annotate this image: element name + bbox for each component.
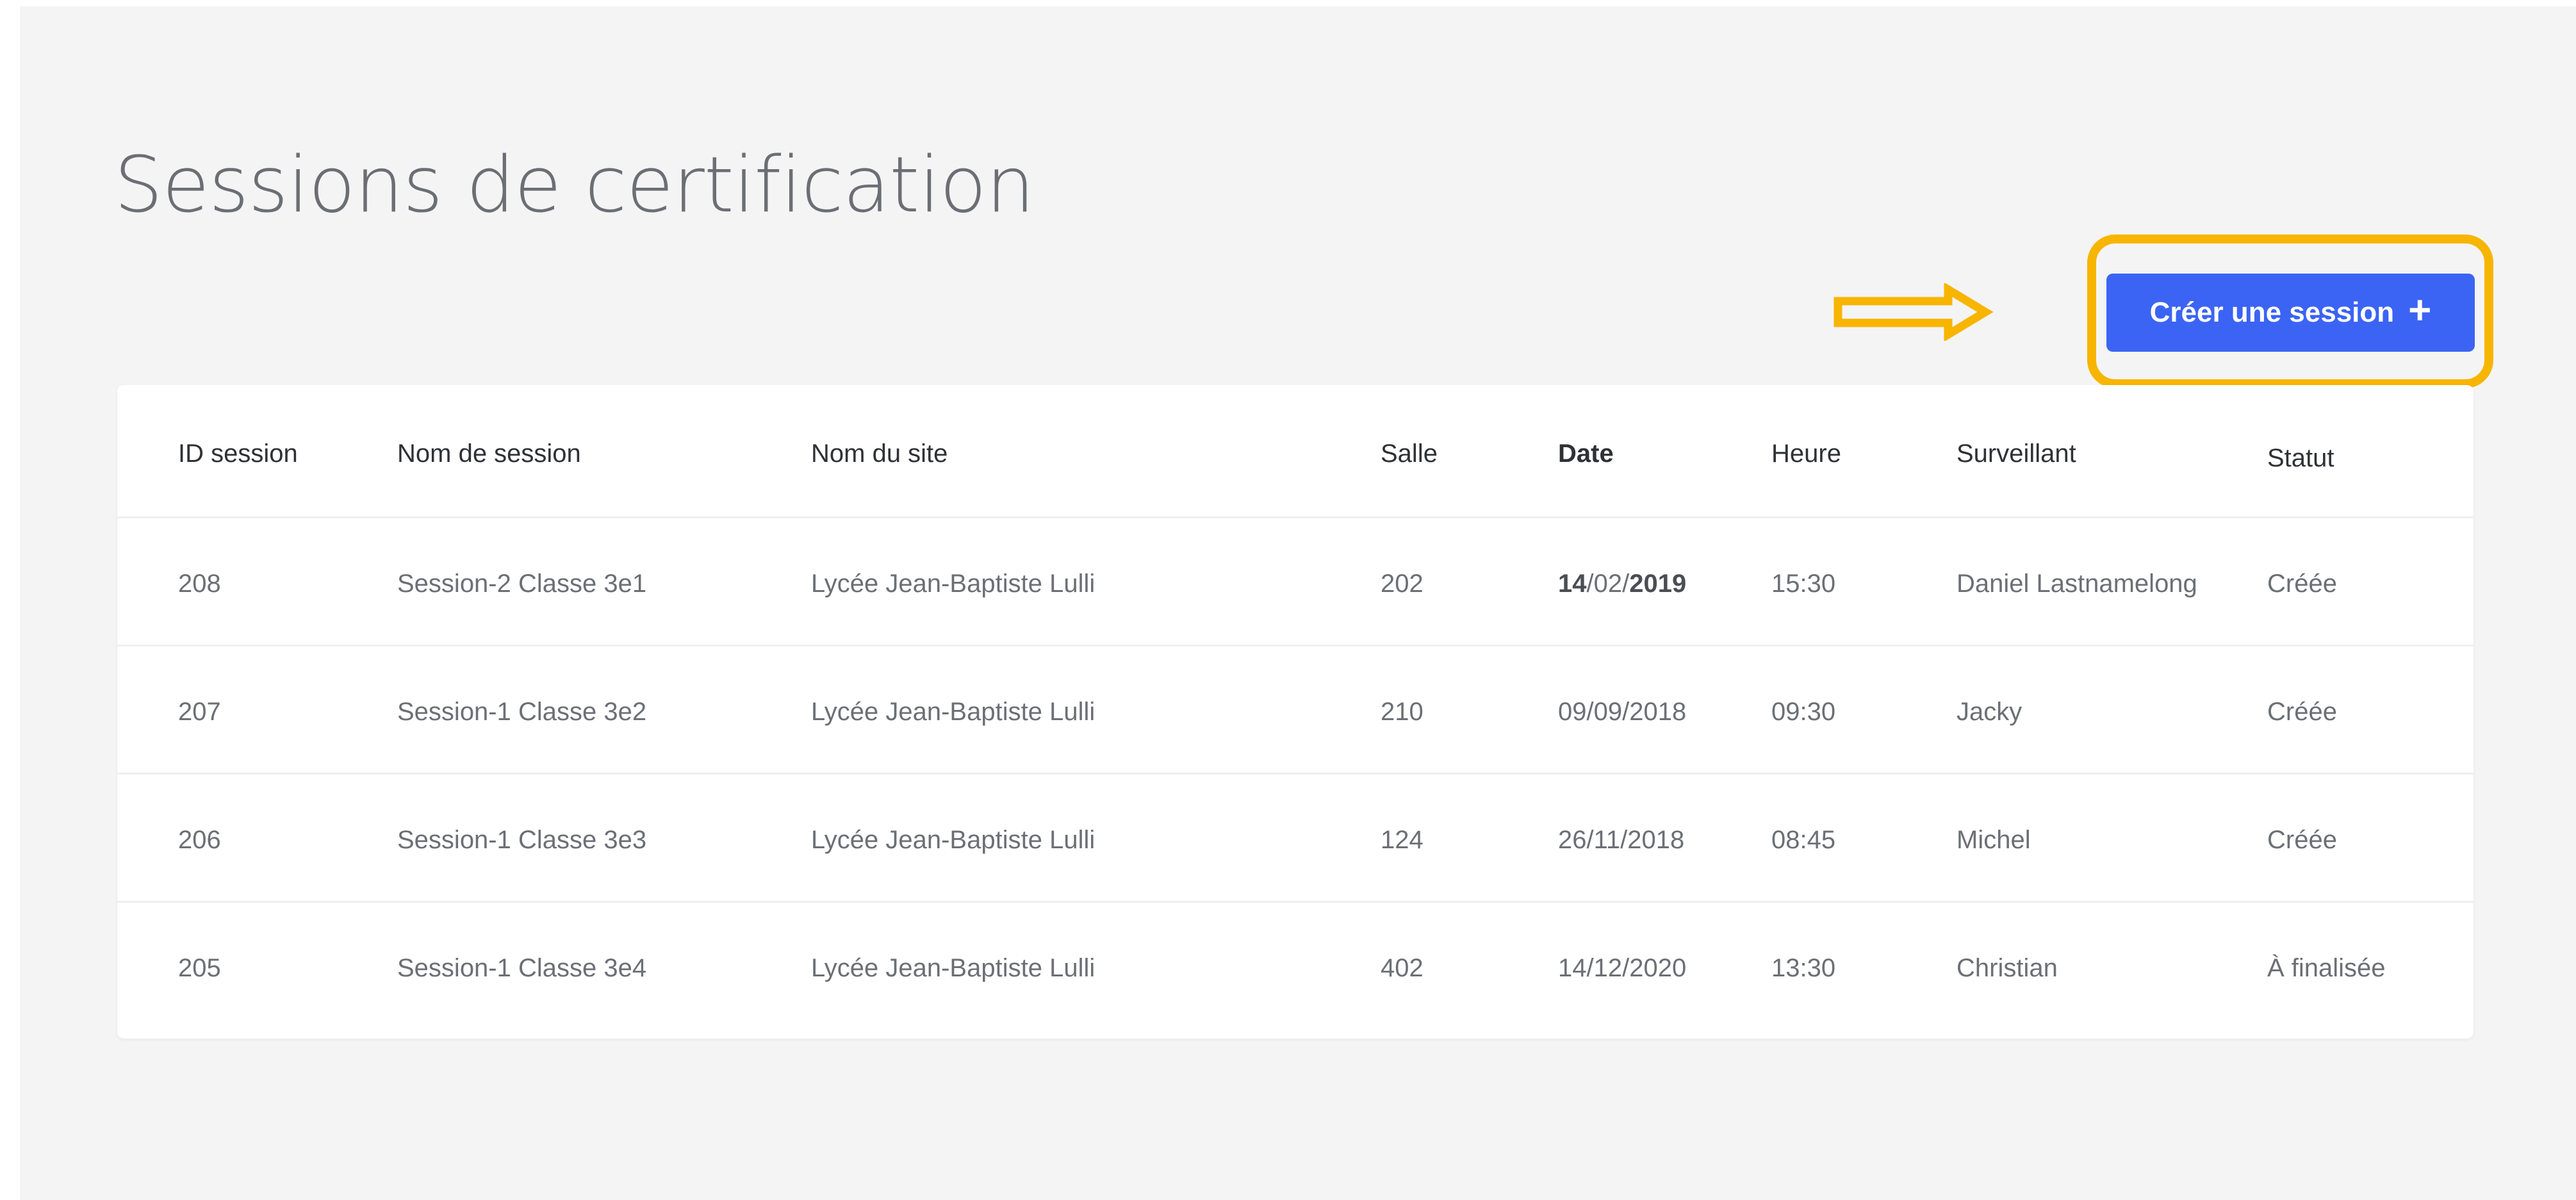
cell-status: À finalisée (2267, 954, 2386, 982)
table-row[interactable]: 207 Session-1 Classe 3e2 Lycée Jean-Bapt… (117, 646, 2473, 775)
cell-date: 14/12/2020 (1558, 954, 1687, 982)
table-row[interactable]: 205 Session-1 Classe 3e4 Lycée Jean-Bapt… (117, 903, 2473, 1031)
cell-time: 15:30 (1771, 570, 1836, 598)
cell-supervisor: Jacky (1957, 698, 2022, 726)
cell-name: Session-1 Classe 3e3 (397, 826, 647, 854)
cell-name: Session-1 Classe 3e2 (397, 698, 647, 726)
cell-name: Session-1 Classe 3e4 (397, 954, 647, 982)
cell-date: 09/09/2018 (1558, 698, 1687, 726)
cell-time: 09:30 (1771, 698, 1836, 726)
plus-icon: + (2408, 288, 2432, 333)
cell-status: Créée (2267, 826, 2337, 854)
cell-date: 14/02/2019 (1558, 570, 1686, 598)
cell-room: 402 (1381, 954, 1423, 982)
date-day: 14 (1558, 570, 1587, 598)
table-header: ID session Nom de session Nom du site Sa… (117, 385, 2473, 518)
cell-site: Lycée Jean-Baptiste Lulli (811, 698, 1095, 726)
col-header-room[interactable]: Salle (1381, 440, 1438, 468)
create-session-label: Créer une session (2149, 297, 2395, 328)
table-row[interactable]: 208 Session-2 Classe 3e1 Lycée Jean-Bapt… (117, 518, 2473, 646)
date-month: /02/ (1586, 570, 1630, 598)
page: Sessions de certification Créer une sess… (20, 6, 2576, 1200)
cell-room: 210 (1381, 698, 1423, 726)
col-header-time[interactable]: Heure (1771, 440, 1841, 468)
cell-site: Lycée Jean-Baptiste Lulli (811, 570, 1095, 598)
col-header-date[interactable]: Date (1558, 440, 1614, 468)
cell-id: 208 (178, 570, 221, 598)
cell-id: 205 (178, 954, 221, 982)
cell-supervisor: Daniel Lastnamelong (1957, 570, 2197, 598)
col-header-supervisor[interactable]: Surveillant (1957, 440, 2076, 468)
cell-status: Créée (2267, 570, 2337, 598)
col-header-status[interactable]: Statut (2267, 444, 2334, 473)
table-row[interactable]: 206 Session-1 Classe 3e3 Lycée Jean-Bapt… (117, 775, 2473, 903)
cell-site: Lycée Jean-Baptiste Lulli (811, 954, 1095, 982)
cell-time: 08:45 (1771, 826, 1836, 854)
cell-supervisor: Christian (1957, 954, 2058, 982)
col-header-site[interactable]: Nom du site (811, 440, 948, 468)
col-header-id[interactable]: ID session (178, 440, 298, 468)
cell-room: 124 (1381, 826, 1423, 854)
cell-supervisor: Michel (1957, 826, 2031, 854)
cell-time: 13:30 (1771, 954, 1836, 982)
cell-date: 26/11/2018 (1558, 826, 1685, 854)
cell-status: Créée (2267, 698, 2337, 726)
cell-id: 206 (178, 826, 221, 854)
cell-name: Session-2 Classe 3e1 (397, 570, 647, 598)
cell-id: 207 (178, 698, 221, 726)
cell-site: Lycée Jean-Baptiste Lulli (811, 826, 1095, 854)
cell-room: 202 (1381, 570, 1423, 598)
sessions-table-card: ID session Nom de session Nom du site Sa… (117, 385, 2473, 1039)
create-session-button[interactable]: Créer une session + (2106, 274, 2475, 352)
arrow-right-icon (1834, 283, 1994, 341)
date-year: 2019 (1629, 570, 1687, 598)
col-header-name[interactable]: Nom de session (397, 440, 581, 468)
page-title: Sessions de certification (114, 141, 1035, 230)
